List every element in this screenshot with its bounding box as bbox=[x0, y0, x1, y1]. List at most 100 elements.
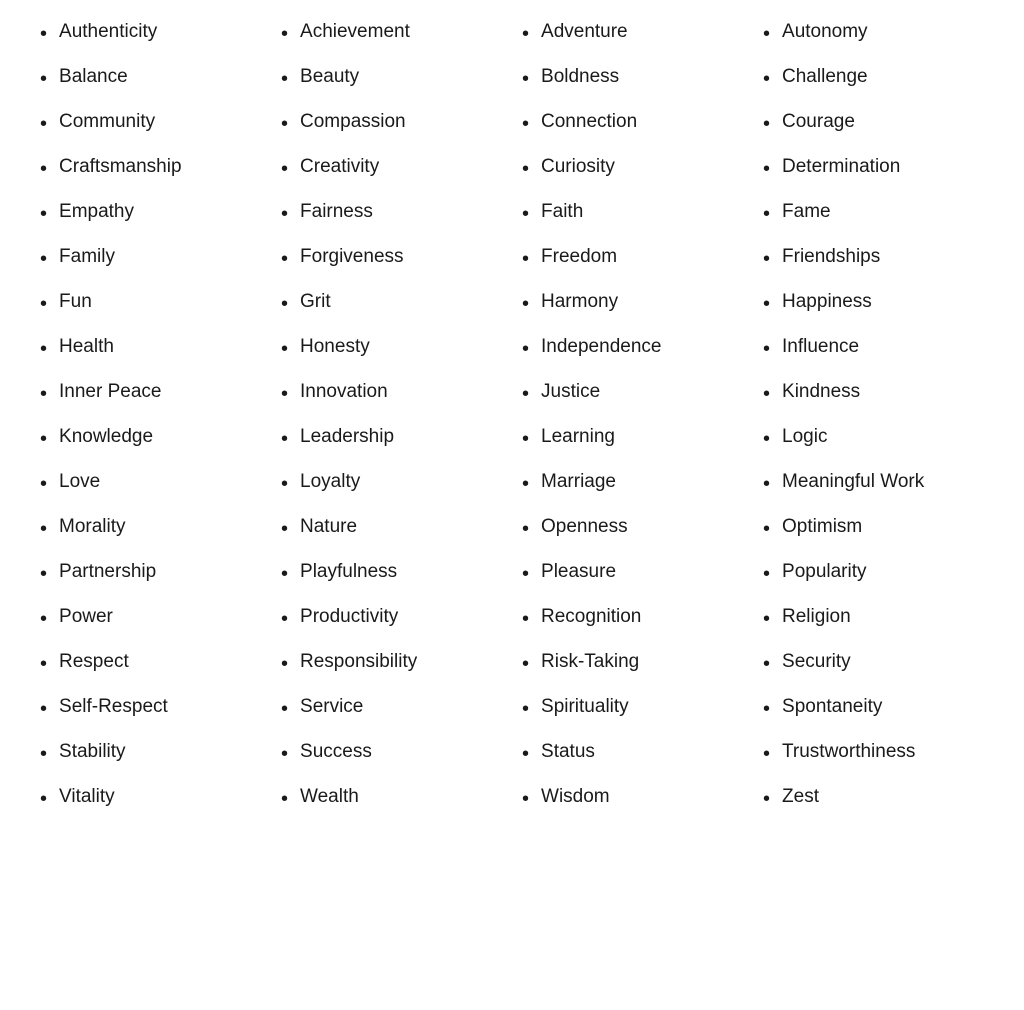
list-item: • Logic bbox=[763, 425, 984, 452]
item-label: Family bbox=[59, 245, 115, 270]
item-label: Adventure bbox=[541, 20, 628, 45]
item-label: Fun bbox=[59, 290, 92, 315]
list-item: •Productivity bbox=[281, 605, 502, 632]
list-item: • Innovation bbox=[281, 380, 502, 407]
bullet-icon: • bbox=[522, 21, 529, 47]
values-grid: •Authenticity•Balance•Community•Craftsma… bbox=[30, 20, 994, 830]
list-item: •Empathy bbox=[40, 200, 261, 227]
bullet-icon: • bbox=[40, 111, 47, 137]
list-item: • Vitality bbox=[40, 785, 261, 812]
item-label: Innovation bbox=[300, 380, 388, 405]
list-item: •Friendships bbox=[763, 245, 984, 272]
bullet-icon: • bbox=[40, 336, 47, 362]
bullet-icon: • bbox=[763, 381, 770, 407]
bullet-icon: • bbox=[763, 561, 770, 587]
item-label: Knowledge bbox=[59, 425, 153, 450]
item-label: Status bbox=[541, 740, 595, 765]
list-item: • Grit bbox=[281, 290, 502, 317]
bullet-icon: • bbox=[281, 291, 288, 317]
list-item: •Recognition bbox=[522, 605, 743, 632]
bullet-icon: • bbox=[40, 246, 47, 272]
list-item: •Autonomy bbox=[763, 20, 984, 47]
item-label: Independence bbox=[541, 335, 661, 360]
list-item: • Authenticity bbox=[40, 20, 261, 47]
bullet-icon: • bbox=[763, 111, 770, 137]
item-label: Meaningful Work bbox=[782, 470, 924, 495]
item-label: Openness bbox=[541, 515, 628, 540]
item-label: Vitality bbox=[59, 785, 115, 810]
list-item: •Status bbox=[522, 740, 743, 767]
list-item: •Inner Peace bbox=[40, 380, 261, 407]
item-label: Responsibility bbox=[300, 650, 417, 675]
item-label: Authenticity bbox=[59, 20, 157, 45]
list-item: •Morality bbox=[40, 515, 261, 542]
bullet-icon: • bbox=[281, 741, 288, 767]
bullet-icon: • bbox=[40, 561, 47, 587]
list-item: •Responsibility bbox=[281, 650, 502, 677]
item-label: Marriage bbox=[541, 470, 616, 495]
item-label: Success bbox=[300, 740, 372, 765]
list-item: • Family bbox=[40, 245, 261, 272]
item-label: Stability bbox=[59, 740, 126, 765]
item-label: Forgiveness bbox=[300, 245, 404, 270]
bullet-icon: • bbox=[522, 381, 529, 407]
bullet-icon: • bbox=[281, 336, 288, 362]
column-1: •Authenticity•Balance•Community•Craftsma… bbox=[30, 20, 271, 830]
bullet-icon: • bbox=[40, 651, 47, 677]
item-label: Creativity bbox=[300, 155, 379, 180]
bullet-icon: • bbox=[763, 66, 770, 92]
item-label: Loyalty bbox=[300, 470, 360, 495]
bullet-icon: • bbox=[281, 606, 288, 632]
item-label: Achievement bbox=[300, 20, 410, 45]
list-item: •Nature bbox=[281, 515, 502, 542]
list-item: •Leadership bbox=[281, 425, 502, 452]
bullet-icon: • bbox=[763, 426, 770, 452]
item-label: Curiosity bbox=[541, 155, 615, 180]
list-item: • Knowledge bbox=[40, 425, 261, 452]
bullet-icon: • bbox=[40, 426, 47, 452]
bullet-icon: • bbox=[40, 381, 47, 407]
list-item: •Curiosity bbox=[522, 155, 743, 182]
bullet-icon: • bbox=[40, 696, 47, 722]
item-label: Respect bbox=[59, 650, 129, 675]
bullet-icon: • bbox=[40, 201, 47, 227]
item-label: Beauty bbox=[300, 65, 359, 90]
list-item: • Self-Respect bbox=[40, 695, 261, 722]
item-label: Determination bbox=[782, 155, 900, 180]
list-item: •Boldness bbox=[522, 65, 743, 92]
item-label: Logic bbox=[782, 425, 827, 450]
item-label: Self-Respect bbox=[59, 695, 168, 720]
bullet-icon: • bbox=[281, 66, 288, 92]
bullet-icon: • bbox=[40, 786, 47, 812]
list-item: •Happiness bbox=[763, 290, 984, 317]
item-label: Partnership bbox=[59, 560, 156, 585]
item-label: Risk-Taking bbox=[541, 650, 639, 675]
item-label: Boldness bbox=[541, 65, 619, 90]
list-item: •Service bbox=[281, 695, 502, 722]
item-label: Faith bbox=[541, 200, 583, 225]
bullet-icon: • bbox=[281, 381, 288, 407]
item-label: Playfulness bbox=[300, 560, 397, 585]
item-label: Optimism bbox=[782, 515, 862, 540]
list-item: • Creativity bbox=[281, 155, 502, 182]
column-2: •Achievement•Beauty•Compassion•Creativit… bbox=[271, 20, 512, 830]
item-label: Grit bbox=[300, 290, 331, 315]
list-item: •Playfulness bbox=[281, 560, 502, 587]
item-label: Service bbox=[300, 695, 363, 720]
bullet-icon: • bbox=[40, 471, 47, 497]
bullet-icon: • bbox=[40, 21, 47, 47]
bullet-icon: • bbox=[522, 291, 529, 317]
list-item: •Challenge bbox=[763, 65, 984, 92]
list-item: •Freedom bbox=[522, 245, 743, 272]
item-label: Justice bbox=[541, 380, 600, 405]
list-item: • Beauty bbox=[281, 65, 502, 92]
bullet-icon: • bbox=[281, 156, 288, 182]
bullet-icon: • bbox=[40, 741, 47, 767]
bullet-icon: • bbox=[763, 471, 770, 497]
bullet-icon: • bbox=[281, 426, 288, 452]
bullet-icon: • bbox=[281, 471, 288, 497]
bullet-icon: • bbox=[281, 786, 288, 812]
list-item: • Stability bbox=[40, 740, 261, 767]
item-label: Kindness bbox=[782, 380, 860, 405]
bullet-icon: • bbox=[281, 21, 288, 47]
